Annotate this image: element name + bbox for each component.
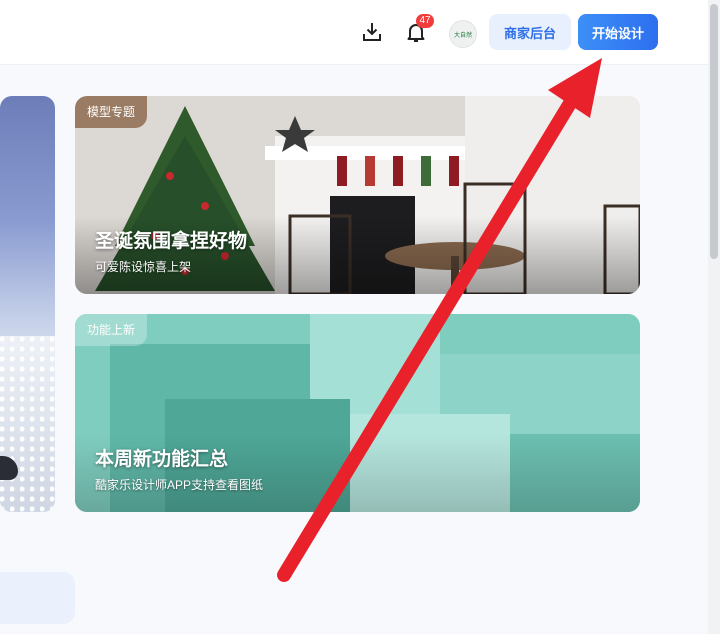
banner-card-partial[interactable] xyxy=(0,96,55,512)
merchant-backend-button[interactable]: 商家后台 xyxy=(489,14,571,50)
top-bar: 47 大自然 商家后台 开始设计 xyxy=(0,0,708,65)
download-button[interactable] xyxy=(358,18,386,46)
topic-card-new-features[interactable]: 功能上新 本周新功能汇总 酷家乐设计师APP支持查看图纸 xyxy=(75,314,640,512)
download-icon xyxy=(363,23,381,41)
bottom-panel-partial[interactable] xyxy=(0,572,75,624)
scrollbar-thumb[interactable] xyxy=(710,4,718,259)
card-tag: 功能上新 xyxy=(75,314,148,346)
card-tag: 模型专题 xyxy=(75,96,148,128)
start-design-button[interactable]: 开始设计 xyxy=(578,14,658,50)
card-title: 本周新功能汇总 xyxy=(95,449,229,470)
card-subtitle: 可爱陈设惊喜上架 xyxy=(95,260,192,274)
notification-badge: 47 xyxy=(416,14,434,28)
banner-snow-scene xyxy=(0,336,55,512)
card-title: 圣诞氛围拿捏好物 xyxy=(95,231,248,252)
card-subtitle: 酷家乐设计师APP支持查看图纸 xyxy=(95,478,264,492)
avatar-text: 大自然 xyxy=(453,32,472,39)
avatar[interactable]: 大自然 xyxy=(449,20,477,48)
topic-card-christmas[interactable]: 模型专题 圣诞氛围拿捏好物 可爱陈设惊喜上架 xyxy=(75,96,640,294)
